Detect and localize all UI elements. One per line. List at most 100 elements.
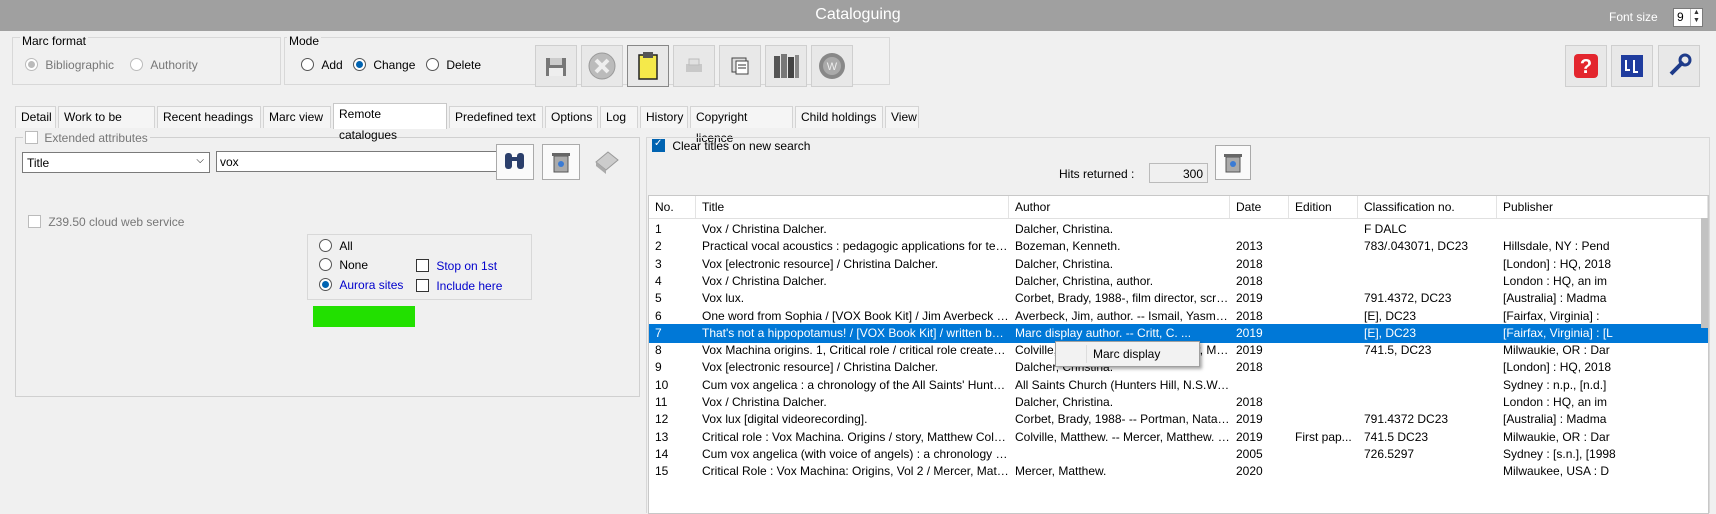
clear-results-button[interactable] [1215,145,1251,180]
search-field-select[interactable]: Title ⌵ [22,152,210,173]
extended-attributes-checkbox[interactable] [25,131,38,144]
tab-child-holdings[interactable]: Child holdings [795,106,883,128]
cell-classification: 791.4372 DC23 [1364,412,1449,427]
radio-add-indicator[interactable] [301,58,314,71]
table-row[interactable]: 7 That's not a hippopotamus! / [VOX Book … [649,323,1708,343]
radio-bibliographic[interactable]: Bibliographic [25,58,114,72]
cell-date: 2019 [1236,343,1263,358]
tab-recent-headings[interactable]: Recent headings [157,106,261,128]
cancel-icon [588,52,616,80]
radio-all[interactable]: All [319,239,353,253]
tab-copyright-licence[interactable]: Copyright licence [690,106,793,145]
stop-on-first-checkbox[interactable] [416,259,429,272]
clipboard-button[interactable] [627,45,669,87]
z3950-label: Z39.50 cloud web service [48,215,185,229]
radio-all-indicator[interactable] [319,239,332,252]
tab-work-to-be-done[interactable]: Work to be done [58,106,155,145]
tab-marc-view[interactable]: Marc view [263,106,331,128]
font-size-stepper[interactable]: 9 ▲ ▼ [1673,8,1703,27]
column-header-author[interactable]: Author [1009,196,1230,218]
cell-title: Cum vox angelica : a chronology of the A… [702,377,1009,392]
save-button[interactable] [535,45,577,87]
radio-add[interactable]: Add [301,58,343,72]
cell-author [1009,445,1230,464]
table-row[interactable]: 3 Vox [electronic resource] / Christina D… [649,255,1708,274]
tab-options[interactable]: Options [545,106,598,128]
cell-no: 12 [655,412,669,427]
table-row[interactable]: 12 Vox lux [digital videorecording]. Corbe… [649,410,1708,429]
include-here[interactable]: Include here [416,279,502,293]
tab-predefined-text[interactable]: Predefined text [449,106,543,128]
cell-author: All Saints Church (Hunters Hill, N.S.W.)… [1015,377,1230,392]
radio-authority-indicator[interactable] [130,58,143,71]
radio-bibliographic-indicator[interactable] [25,58,38,71]
tab-history[interactable]: History [640,106,688,128]
tab-detail[interactable]: Detail [15,106,56,128]
table-row[interactable]: 11 Vox / Christina Dalcher. Dalcher, Chris… [649,393,1708,412]
table-row[interactable]: 6 One word from Sophia / [VOX Book Kit] /… [649,307,1708,326]
column-header-date[interactable]: Date [1230,196,1289,218]
column-header-publisher[interactable]: Publisher [1497,196,1708,218]
column-header-title[interactable]: Title [696,196,1009,218]
eraser-button[interactable] [588,144,624,178]
column-header-edition[interactable]: Edition [1289,196,1358,218]
cell-date: 2005 [1236,446,1263,461]
radio-delete[interactable]: Delete [426,58,481,72]
table-row[interactable]: 4 Vox / Christina Dalcher. Dalcher, Christ… [649,272,1708,291]
cell-no: 2 [655,239,662,254]
radio-add-label: Add [321,58,343,72]
search-input-value[interactable]: vox [220,155,239,169]
clear-titles-option[interactable]: Clear titles on new search [652,138,810,153]
radio-aurora-sites[interactable]: Aurora sites [319,278,403,292]
chevron-down-icon[interactable]: ⌵ [196,155,204,166]
column-header-classification-no[interactable]: Classification no. [1358,196,1497,218]
hits-value-box: 300 [1149,163,1208,183]
marc-tools-button[interactable] [1611,45,1653,87]
z3950-option[interactable]: Z39.50 cloud web service [28,215,184,229]
cell-date: 2018 [1236,360,1263,375]
cell-author: Dalcher, Christina, author. [1015,273,1154,288]
include-here-checkbox[interactable] [416,279,429,292]
cell-date: 2013 [1236,239,1263,254]
web-button[interactable]: W [811,45,853,87]
cancel-button[interactable] [581,45,623,87]
trash-icon [1224,154,1242,173]
clear-titles-checkbox[interactable] [652,138,665,152]
table-row[interactable]: 14 Cum vox angelica (with voice of angels… [649,445,1708,464]
table-row[interactable]: 1 Vox / Christina Dalcher. Dalcher, Christ… [649,220,1708,239]
print-button[interactable] [673,45,715,87]
radio-none-indicator[interactable] [319,258,332,271]
z3950-checkbox[interactable] [28,215,41,228]
cell-publisher: [Australia] : Madma [1503,412,1607,427]
scrollbar-thumb[interactable] [1701,218,1708,328]
table-row[interactable]: 2 Practical vocal acoustics : pedagogic a… [649,237,1708,256]
radio-none[interactable]: None [319,258,368,272]
books-button[interactable] [765,45,807,87]
stop-on-first[interactable]: Stop on 1st [416,259,497,273]
tab-log[interactable]: Log [600,106,638,128]
extended-attributes[interactable]: Extended attributes [23,131,150,145]
radio-change[interactable]: Change [353,58,415,72]
radio-delete-indicator[interactable] [426,58,439,71]
clear-search-button[interactable] [542,144,580,180]
search-input[interactable]: vox [216,151,504,172]
cell-classification: [E], DC23 [1364,308,1417,323]
search-button[interactable] [496,144,534,180]
radio-change-indicator[interactable] [353,58,366,71]
radio-authority[interactable]: Authority [130,58,198,72]
cell-no: 6 [655,308,662,323]
table-row[interactable]: 15 Critical Role : Vox Machina: Origins, … [649,462,1708,481]
font-size-value[interactable]: 9 [1677,10,1684,24]
tab-remote-catalogues[interactable]: Remote catalogues [333,103,447,142]
column-header-no[interactable]: No. [649,196,696,218]
context-menu-item-marc-display[interactable]: Marc display [1093,347,1160,361]
tab-view[interactable]: View [885,106,919,128]
table-row[interactable]: 5 Vox lux. Corbet, Brady, 1988-, film dire… [649,289,1708,308]
table-row[interactable]: 13 Critical role : Vox Machina. Origins /… [649,428,1708,447]
wrench-button[interactable] [1658,45,1700,87]
radio-aurora-sites-indicator[interactable] [319,278,332,291]
table-row[interactable]: 10 Cum vox angelica : a chronology of the… [649,376,1708,395]
font-size-spin-icon[interactable]: ▲ ▼ [1690,9,1702,26]
copy-record-button[interactable] [719,45,761,87]
help-button[interactable]: ? [1565,45,1607,87]
